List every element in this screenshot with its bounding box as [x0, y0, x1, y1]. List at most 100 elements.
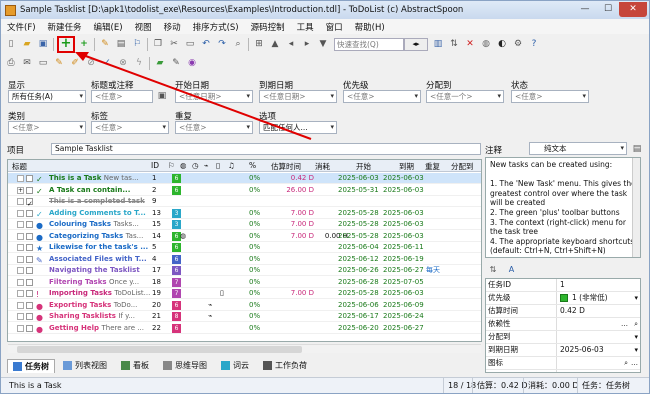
expand-toggle[interactable]: + — [17, 186, 24, 194]
done-checkbox[interactable] — [26, 324, 33, 332]
tab-mind-map[interactable]: 思维导图 — [157, 359, 213, 373]
quick-find-input[interactable]: 快速查找(Q) — [334, 37, 404, 51]
prop-row[interactable]: 优先级 1 (非常低) ▾ — [486, 292, 640, 305]
col-start[interactable]: 开始 — [356, 161, 371, 172]
table-row[interactable]: ✓ Adding Comments to T... 13 3 0% 7.00 D 2025… — [8, 208, 481, 219]
sort-icon[interactable]: ⇅ — [447, 37, 461, 51]
expand-icon[interactable]: ⊞ — [252, 37, 266, 51]
prop-row[interactable]: 估算时间 0.42 D — [486, 305, 640, 318]
lock-icon[interactable]: ◍ — [479, 37, 493, 51]
col-dep-icon[interactable]: ▯ — [216, 161, 220, 170]
prop-row[interactable]: 到期日期 2025-06-03 ▾ — [486, 344, 640, 357]
menu-source-control[interactable]: 源码控制 — [245, 21, 291, 33]
col-alloc[interactable]: 分配到 — [451, 161, 474, 172]
expand-toggle[interactable] — [17, 209, 24, 217]
expand-toggle[interactable] — [17, 175, 24, 182]
filter-status-select[interactable]: <任意> — [511, 90, 589, 103]
flash-icon[interactable]: ϟ — [132, 56, 146, 70]
menu-window[interactable]: 窗口 — [320, 21, 349, 33]
col-estimate[interactable]: 估算时间 — [271, 161, 301, 172]
expand-toggle[interactable] — [17, 313, 24, 320]
done-checkbox[interactable] — [26, 255, 33, 263]
menu-sort[interactable]: 排序方式(S) — [187, 21, 245, 33]
add-task-icon[interactable]: + — [57, 35, 75, 53]
filter-options-select[interactable]: 匹配任何人... — [259, 121, 337, 134]
menu-help[interactable]: 帮助(H) — [349, 21, 391, 33]
expand-toggle[interactable] — [17, 221, 24, 228]
col-due[interactable]: 到期 — [399, 161, 414, 172]
done-checkbox[interactable] — [26, 301, 33, 309]
done-checkbox[interactable]: ✓ — [26, 198, 33, 208]
filter-category-select[interactable]: <任意> — [8, 121, 86, 134]
done-checkbox[interactable] — [26, 278, 33, 286]
table-row[interactable]: ● Sharing Tasklists If y... 21 8 0% 2025-06-1… — [8, 311, 481, 323]
edit-details-icon[interactable]: ▤ — [114, 37, 128, 51]
done-checkbox[interactable] — [26, 232, 33, 240]
move-up-icon[interactable]: ▲ — [268, 37, 282, 51]
delete-icon[interactable]: ✕ — [463, 37, 477, 51]
done-checkbox[interactable] — [26, 267, 33, 274]
help-icon[interactable]: ? — [527, 37, 541, 51]
tab-list-view[interactable]: 列表视图 — [57, 359, 113, 373]
edit-icon[interactable]: ✎ — [98, 37, 112, 51]
search-icon[interactable]: ⌕ — [634, 318, 638, 330]
col-recurrence[interactable]: 重复 — [425, 161, 440, 172]
expand-toggle[interactable] — [17, 232, 24, 240]
col-spent[interactable]: 消耗 — [315, 161, 330, 172]
done-checkbox[interactable] — [26, 209, 33, 217]
notes-format-select[interactable]: 纯文本 — [529, 142, 627, 155]
notes-options-icon[interactable]: ▤ — [630, 142, 644, 156]
col-flag-icon[interactable]: ⚐ — [168, 161, 175, 170]
notes-editor[interactable]: New tasks can be created using: 1. The '… — [485, 157, 641, 258]
quick-find-nav[interactable]: ◂▸ — [404, 37, 428, 51]
filter-recurrence-select[interactable]: <任意> — [175, 121, 253, 134]
done-checkbox[interactable] — [26, 290, 33, 297]
open-icon[interactable]: ▰ — [20, 37, 34, 51]
col-reminder-icon[interactable]: ♫ — [228, 161, 235, 170]
table-row[interactable]: ● Colouring Tasks Tasks... 15 3 0% 7.00 D 2025… — [8, 219, 481, 231]
find-icon[interactable]: ⌕ — [231, 37, 245, 51]
print-icon[interactable]: ⎙ — [4, 56, 18, 70]
table-row[interactable]: ✓ This is a completed task 9 — [8, 196, 481, 208]
scroll-thumb[interactable] — [17, 346, 302, 353]
filter-tags-select[interactable]: <任意> — [91, 121, 169, 134]
close-button[interactable]: ✕ — [619, 2, 647, 17]
stop-icon[interactable]: ⊘ — [84, 56, 98, 70]
yin-yang-icon[interactable]: ◐ — [495, 37, 509, 51]
move-right-icon[interactable]: ▸ — [300, 37, 314, 51]
tab-kanban[interactable]: 看板 — [115, 359, 155, 373]
add-subtask-icon[interactable]: + — [77, 37, 91, 51]
expand-toggle[interactable] — [17, 278, 24, 286]
menu-move[interactable]: 移动 — [158, 21, 187, 33]
table-row[interactable]: ● Categorizing Tasks Tas... 14 6 0% 7.00 D 0.0… — [8, 231, 481, 242]
icon-browse-icon[interactable]: ⌕ — [624, 357, 628, 369]
save-icon[interactable]: ▣ — [36, 37, 50, 51]
globe-icon[interactable]: ◉ — [185, 56, 199, 70]
col-time-icon[interactable]: ◷ — [192, 161, 199, 170]
note-icon[interactable]: ▭ — [36, 56, 50, 70]
pen-icon[interactable]: ✎ — [169, 56, 183, 70]
copy-icon[interactable]: ❐ — [151, 37, 165, 51]
expand-toggle[interactable] — [17, 290, 24, 297]
table-row[interactable]: ★ Likewise for the task's ... 5 6 0% 2025-06… — [8, 242, 481, 254]
paste-icon[interactable]: ▭ — [183, 37, 197, 51]
horizontal-scrollbar[interactable] — [8, 344, 481, 353]
flag-icon[interactable]: ⚐ — [130, 37, 144, 51]
new-tasklist-icon[interactable]: ▯ — [4, 37, 18, 51]
menu-view[interactable]: 视图 — [129, 21, 158, 33]
move-down-icon[interactable]: ▼ — [316, 37, 330, 51]
expand-toggle[interactable] — [17, 244, 24, 251]
col-id[interactable]: ID — [151, 161, 159, 170]
filter-options-icon[interactable]: ▣ — [155, 89, 169, 103]
table-row[interactable]: Navigating the Tasklist 17 6 0% 2025-06-26 2… — [8, 265, 481, 277]
filter-priority-select[interactable]: <任意> — [343, 90, 421, 103]
spellcheck-icon[interactable]: ✓ — [100, 56, 114, 70]
table-row[interactable]: ✓ This is a Task New tas... 1 6 0% 0.42 D 2025… — [8, 173, 481, 185]
move-left-icon[interactable]: ◂ — [284, 37, 298, 51]
redo-icon[interactable]: ↷ — [215, 37, 229, 51]
sort-alpha-icon[interactable]: A — [505, 263, 519, 277]
done-checkbox[interactable] — [26, 313, 33, 320]
col-percent[interactable]: % — [249, 161, 256, 170]
prop-row[interactable]: 依赖性… ⌕ — [486, 318, 640, 331]
filter-start-select[interactable]: <任意日期> — [175, 90, 253, 103]
